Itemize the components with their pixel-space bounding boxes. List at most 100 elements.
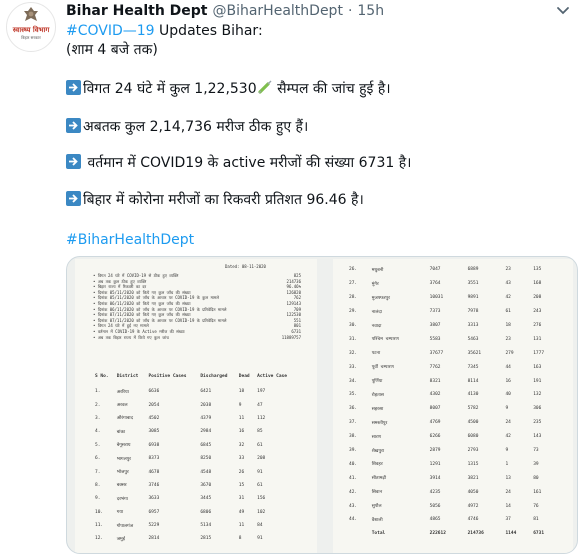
table-cell: जमुई (116, 536, 125, 542)
table-cell: 9. (95, 496, 101, 502)
table-cell: 2984 (200, 429, 212, 435)
table-cell: 6421 (200, 389, 212, 395)
table-cell: 222612 (429, 531, 446, 537)
table-cell: 37. (349, 420, 358, 426)
table-cell: सीतामढ़ी (371, 476, 387, 482)
table-cell: भागलपुर (116, 456, 132, 462)
account-handle[interactable]: @BiharHealthDept (212, 3, 342, 19)
table-cell: 191 (533, 378, 542, 384)
table-cell: मधुबनी (371, 267, 384, 273)
timestamp[interactable]: 15h (357, 3, 384, 19)
table-header: Active Case (257, 373, 287, 379)
district-table-right: 26. मधुबनी 7047 6889 23 135 27. मुंगेर 3764 3551 4… (347, 263, 559, 541)
table-cell: 112 (257, 415, 266, 421)
table-row: 1. अररिया 6636 6421 18 197 (93, 385, 297, 398)
table-cell: 3551 (467, 281, 479, 287)
bulletin-summary: • विगत 24 घंटे में COVID-19 से ठीक हुए व… (93, 273, 301, 340)
table-cell: 8007 (429, 406, 441, 412)
table-row: 38. सारण 6266 6080 42 143 (347, 430, 559, 444)
table-cell: 243 (533, 309, 542, 315)
table-cell: 214736 (467, 531, 484, 537)
table-cell: शिवहर (371, 462, 383, 468)
table-cell: 8373 (148, 456, 160, 462)
table-cell: 12. (95, 536, 104, 542)
table-cell: 7373 (429, 309, 441, 315)
table-cell: बक्सर (116, 483, 127, 489)
bullet-2: अबतक कुल 2,14,736 मरीज ठीक हुए हैं। (66, 117, 308, 137)
table-cell: 3821 (467, 475, 479, 481)
table-cell: 2793 (467, 448, 479, 454)
table-cell: 2815 (200, 536, 212, 542)
bulletin-page-right[interactable]: 26. मधुबनी 7047 6889 23 135 27. मुंगेर 3764 3551 4… (333, 259, 573, 553)
tweet-media[interactable]: Dated: 08-11-2020 • विगत 24 घंटे में COV… (66, 256, 578, 554)
table-row: 44. वैशाली 4865 4746 37 81 (347, 513, 559, 527)
table-cell: बांका (116, 429, 126, 435)
table-row: 36. सहरसा 8007 5782 9 306 (347, 402, 559, 416)
table-cell: 33 (238, 456, 245, 462)
table-cell: 39. (349, 448, 358, 454)
table-cell: 132 (533, 392, 542, 398)
bulletin-page-left[interactable]: Dated: 08-11-2020 • विगत 24 घंटे में COV… (75, 259, 317, 553)
table-cell: 23 (505, 267, 511, 273)
right-arrow-icon (66, 80, 81, 95)
table-row: 29. नालंदा 7373 7978 61 243 (347, 305, 559, 319)
table-cell: 6. (95, 456, 101, 462)
table-cell: 208 (533, 295, 542, 301)
table-cell: 34. (349, 378, 358, 384)
table-cell: 31 (238, 496, 245, 502)
account-name[interactable]: Bihar Health Dept (66, 3, 207, 19)
table-row: 5. बेगूसराय 6938 6845 32 61 (93, 439, 297, 452)
table-cell: 24 (505, 420, 511, 426)
summary-value: 11889757 (281, 334, 301, 340)
bullet-1-post: सैम्पल की जांच हुई है। (272, 81, 391, 97)
table-row: 37. समस्तीपुर 4769 4500 24 235 (347, 416, 559, 430)
right-arrow-icon (66, 118, 81, 133)
hashtag-bihar-health-dept[interactable]: #BiharHealthDept (66, 230, 194, 250)
table-cell: 5583 (429, 336, 441, 342)
table-cell: पूर्णिया (371, 379, 383, 385)
table-row: 8. बक्सर 3746 3670 15 61 (93, 479, 297, 492)
table-header: District (116, 373, 139, 379)
table-cell: 76 (533, 503, 539, 509)
table-cell: 9 (505, 448, 509, 454)
right-arrow-icon (66, 191, 81, 206)
table-cell: 5056 (429, 503, 441, 509)
table-cell: 163 (533, 364, 542, 370)
district-table-left: S No. District Positive Cases Discharged Dea… (93, 367, 297, 546)
bullet-3: वर्तमान में COVID19 के active मरीजों की … (66, 153, 411, 173)
table-cell: पटना (371, 351, 381, 357)
table-cell: औरंगाबाद (116, 416, 133, 422)
table-cell: 35. (349, 392, 358, 398)
table-cell: शेखपुरा (371, 448, 385, 454)
table-cell: 49 (238, 509, 245, 515)
tweet-header: Bihar Health Dept @BiharHealthDept · 15h (66, 1, 384, 21)
table-cell: बेगूसराय (116, 443, 131, 449)
avatar[interactable]: स्वास्थ्य विभाग बिहार सरकार (6, 2, 56, 52)
table-cell: 3633 (148, 496, 160, 502)
chevron-down-icon[interactable] (554, 4, 572, 18)
summary-label: • अब तक बिहार राज्य में किये गए कुल जांच (93, 334, 169, 340)
table-cell: पूर्वी चम्पारण (371, 365, 394, 371)
table-cell: दरभंगा (116, 496, 128, 502)
table-cell: 135 (533, 267, 542, 273)
table-cell: 61 (257, 442, 263, 448)
table-row: 34. पूर्णिया 8321 8114 16 191 (347, 374, 559, 388)
hashtag-covid[interactable]: #COVID—19 (66, 23, 155, 39)
table-cell: 7978 (467, 309, 479, 315)
table-cell: 42. (349, 489, 358, 495)
table-cell: सारण (371, 434, 382, 440)
table-cell: 2054 (148, 402, 160, 408)
syringe-icon (258, 80, 272, 94)
table-cell: समस्तीपुर (371, 420, 388, 426)
table-cell: 11 (238, 523, 245, 529)
table-cell: 13 (505, 475, 511, 481)
table-cell: 4769 (429, 420, 441, 426)
table-cell: 4502 (148, 415, 160, 421)
table-cell: गोपालगंज (116, 523, 134, 529)
table-cell: 80 (533, 475, 539, 481)
table-cell: 91 (257, 469, 263, 475)
table-cell: 5134 (200, 523, 212, 529)
avatar-subtitle: बिहार सरकार (21, 35, 41, 40)
table-cell: 1. (95, 389, 101, 395)
avatar-title: स्वास्थ्य विभाग (12, 26, 50, 34)
